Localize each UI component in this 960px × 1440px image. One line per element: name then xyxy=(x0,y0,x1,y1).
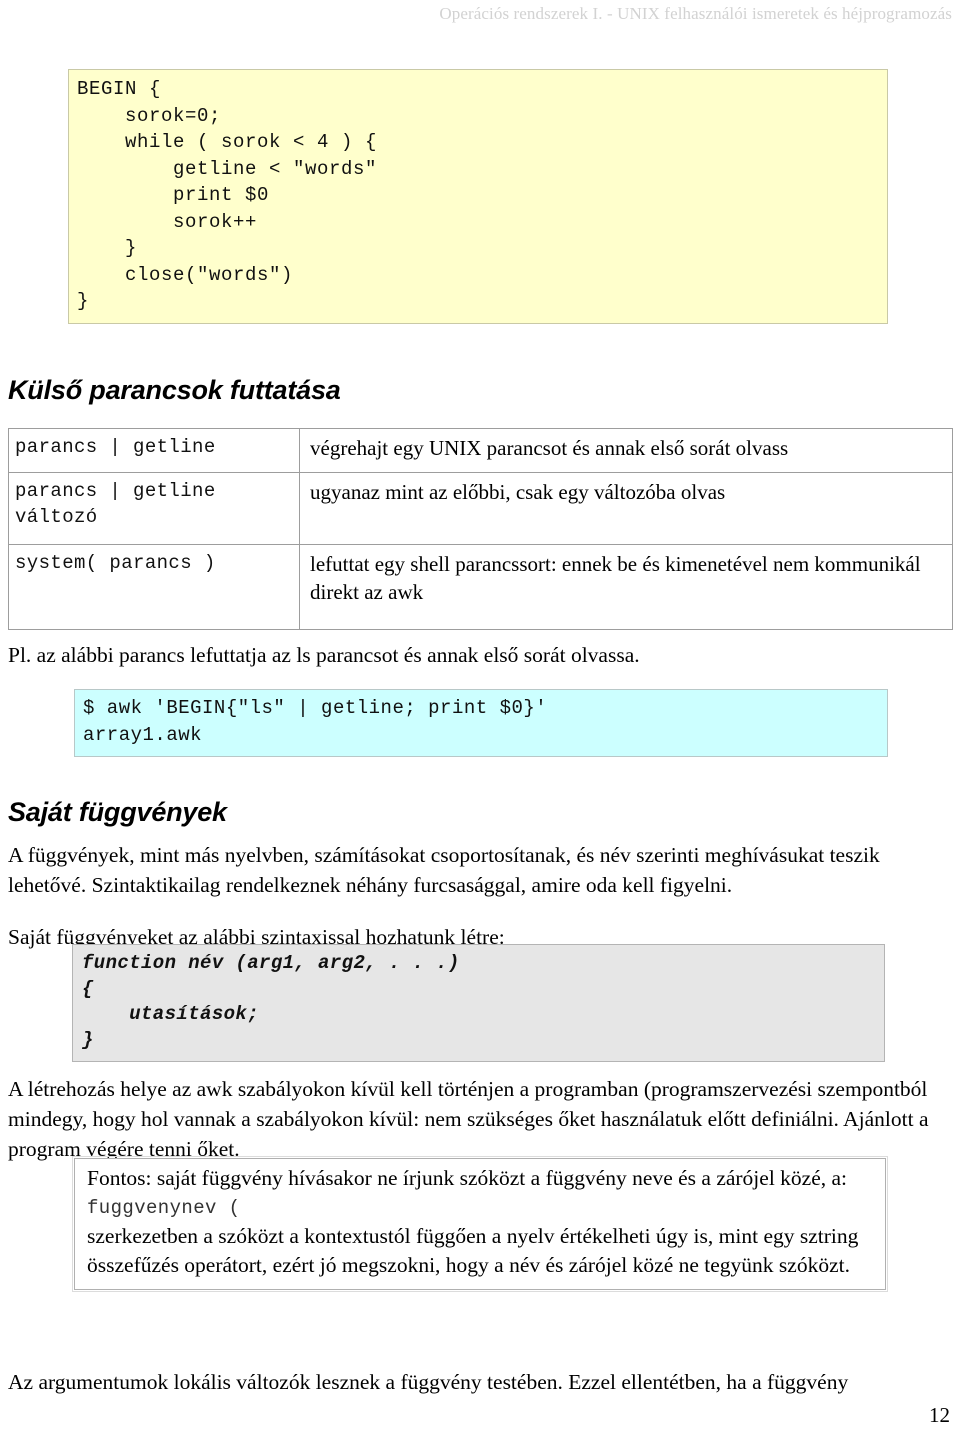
table-row: parancs | getline végrehajt egy UNIX par… xyxy=(8,428,953,473)
code-block-awk-begin: BEGIN { sorok=0; while ( sorok < 4 ) { g… xyxy=(68,69,888,324)
note-mono-snippet: fuggvenynev ( xyxy=(87,1196,241,1219)
note-box-important: Fontos: saját függvény hívásakor ne írju… xyxy=(72,1156,888,1292)
table-cell-command: parancs | getline változó xyxy=(8,472,300,545)
table-row: parancs | getline változó ugyanaz mint a… xyxy=(8,472,953,545)
heading-external-commands: Külső parancsok futtatása xyxy=(8,375,341,406)
table-row: system( parancs ) lefuttat egy shell par… xyxy=(8,544,953,630)
table-cell-command: parancs | getline xyxy=(8,428,300,473)
table-cell-description: lefuttat egy shell parancssort: ennek be… xyxy=(299,544,953,630)
table-cell-command: system( parancs ) xyxy=(8,544,300,630)
heading-own-functions: Saját függvények xyxy=(8,797,227,828)
paragraph-functions-intro: A függvények, mint más nyelvben, számítá… xyxy=(8,842,880,897)
paragraph-creation-place: A létrehozás helye az awk szabályokon kí… xyxy=(8,1076,929,1161)
table-cell-description: ugyanaz mint az előbbi, csak egy változó… xyxy=(299,472,953,545)
command-reference-table: parancs | getline végrehajt egy UNIX par… xyxy=(8,428,953,630)
page-number: 12 xyxy=(929,1403,950,1427)
note-line-1: Fontos: saját függvény hívásakor ne írju… xyxy=(87,1166,848,1190)
code-block-function-syntax: function név (arg1, arg2, . . .) { utasí… xyxy=(72,944,885,1062)
code-block-awk-ls-example: $ awk 'BEGIN{"ls" | getline; print $0}' … xyxy=(74,689,888,757)
paragraph-example-intro: Pl. az alábbi parancs lefuttatja az ls p… xyxy=(8,642,640,667)
note-line-2: szerkezetben a szóközt a kontextustól fü… xyxy=(87,1223,859,1278)
running-header: Operációs rendszerek I. - UNIX felhaszná… xyxy=(439,4,952,23)
table-cell-description: végrehajt egy UNIX parancsot és annak el… xyxy=(299,428,953,473)
paragraph-arguments: Az argumentumok lokális változók lesznek… xyxy=(8,1369,849,1394)
